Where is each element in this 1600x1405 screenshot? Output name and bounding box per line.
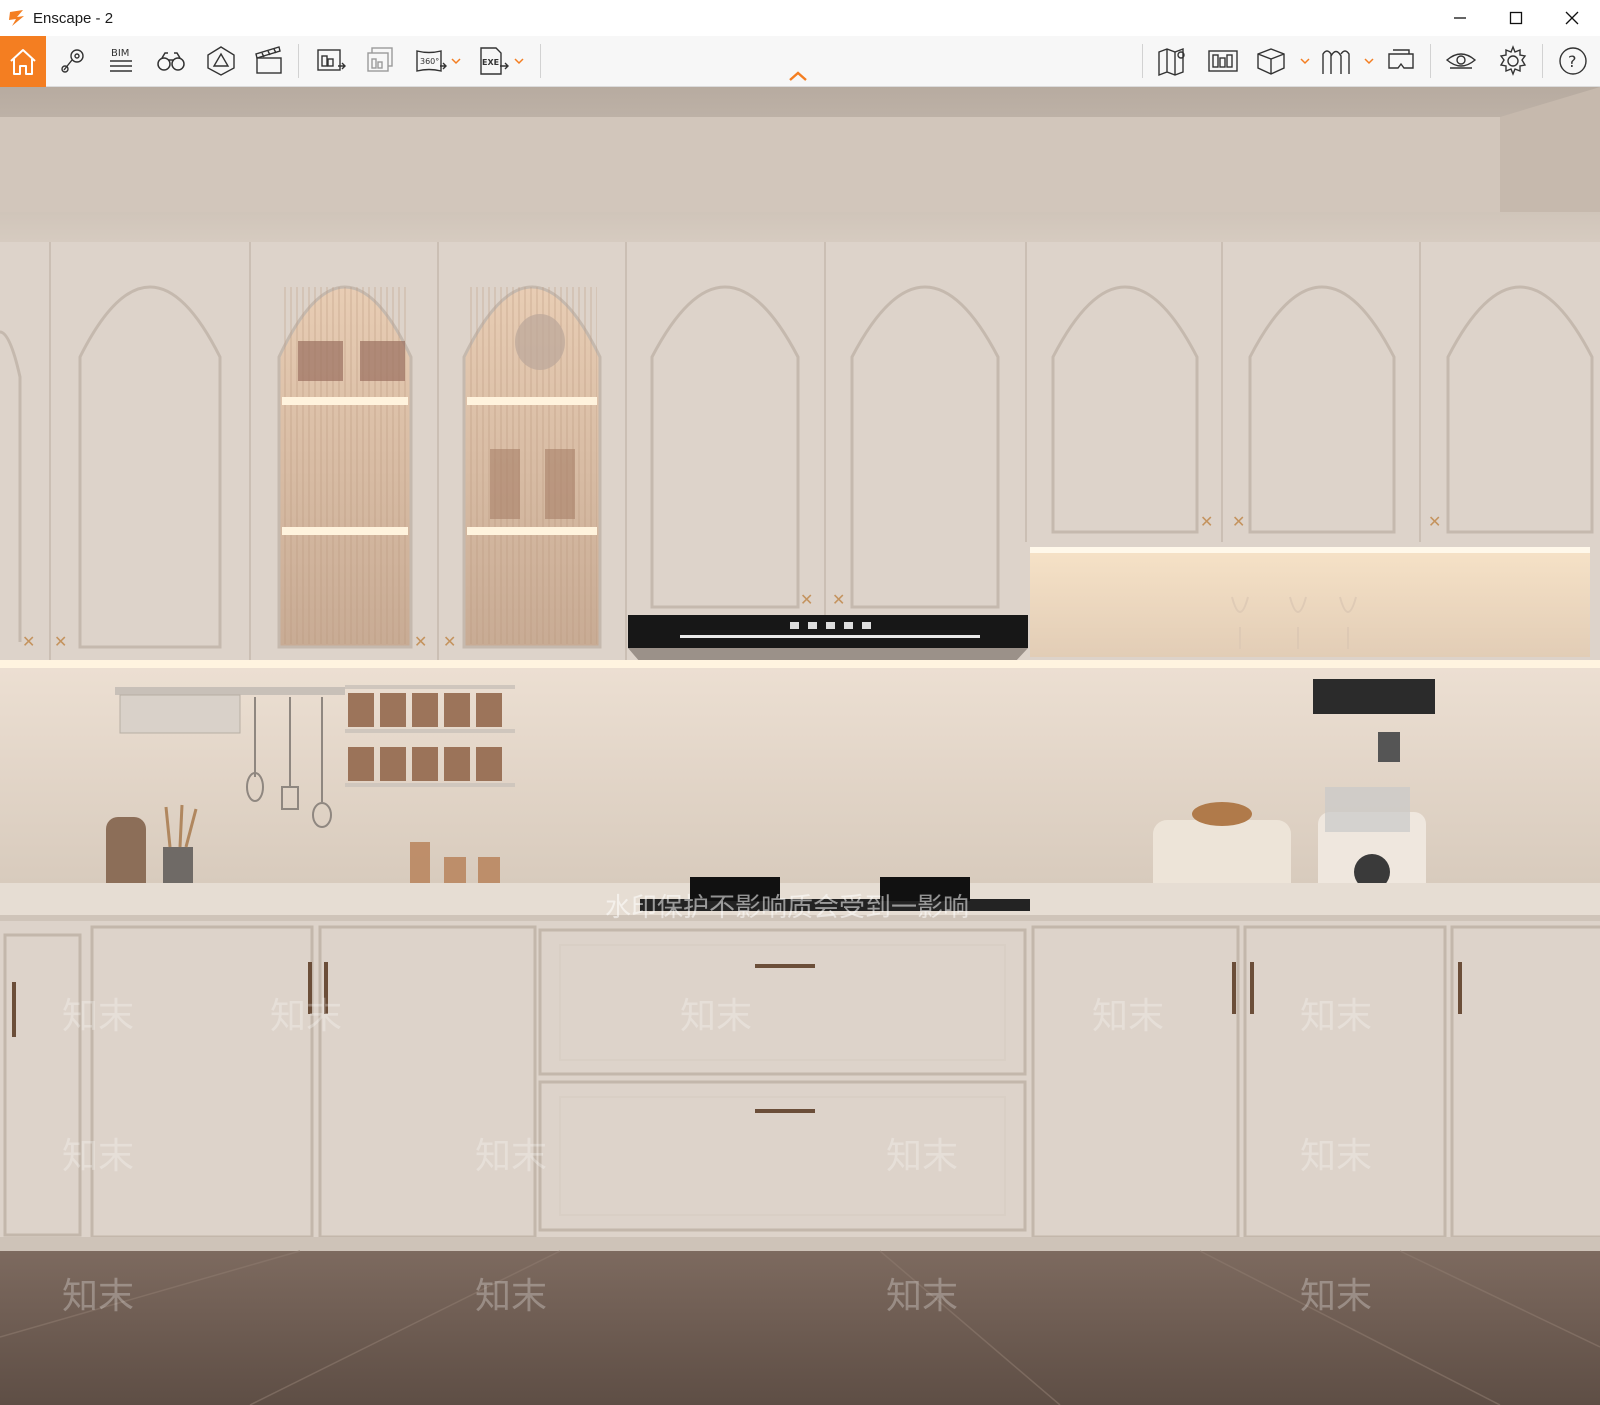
- chevron-down-icon: [1300, 58, 1310, 65]
- svg-text:?: ?: [1568, 52, 1577, 71]
- atmosphere-dropdown[interactable]: [1362, 50, 1376, 72]
- svg-text:✕: ✕: [800, 590, 813, 609]
- toolbar-separator: [298, 44, 299, 78]
- views-manager-icon: [1208, 50, 1238, 72]
- location-pin-icon: [61, 49, 84, 73]
- title-bar: Enscape - 2: [0, 0, 1600, 36]
- toolbar-separator: [1430, 44, 1431, 78]
- svg-text:✕: ✕: [414, 632, 427, 651]
- kitchen-render: ✕ ✕ ✕ ✕ ✕ ✕ ✕ ✕ ✕: [0, 87, 1600, 1405]
- general-settings-button[interactable]: [1490, 38, 1536, 84]
- batch-render-button[interactable]: [358, 38, 404, 84]
- help-icon: ?: [1559, 47, 1587, 75]
- export-exe-icon: EXE: [480, 47, 509, 75]
- eye-icon: [1445, 53, 1477, 69]
- window-controls: [1432, 0, 1600, 36]
- bim-button[interactable]: BIM: [98, 38, 144, 84]
- toolbar-separator: [540, 44, 541, 78]
- svg-text:✕: ✕: [54, 632, 67, 651]
- binoculars-button[interactable]: [148, 38, 194, 84]
- chevron-down-icon: [1364, 58, 1374, 65]
- toolbar-separator: [1542, 44, 1543, 78]
- minimize-button[interactable]: [1432, 0, 1488, 36]
- svg-text:EXE: EXE: [482, 58, 499, 67]
- svg-text:✕: ✕: [443, 632, 456, 651]
- binoculars-icon: [157, 52, 185, 71]
- vr-headset-icon: [1388, 49, 1414, 69]
- video-editor-button[interactable]: [246, 38, 292, 84]
- asset-library-button[interactable]: [198, 38, 244, 84]
- material-editor-button[interactable]: [1248, 38, 1294, 84]
- home-button[interactable]: [0, 36, 46, 87]
- cube-icon: [1257, 48, 1285, 75]
- render-image-icon: [317, 49, 346, 71]
- window-title: Enscape - 2: [33, 9, 114, 27]
- svg-text:✕: ✕: [1232, 512, 1245, 531]
- render-viewport[interactable]: ✕ ✕ ✕ ✕ ✕ ✕ ✕ ✕ ✕ 水印保护不影响质会受到一影响 知末 知末 知…: [0, 87, 1600, 1405]
- views-manager-button[interactable]: [1200, 38, 1246, 84]
- batch-render-icon: [367, 47, 393, 72]
- atmosphere-button[interactable]: [1313, 38, 1359, 84]
- svg-text:✕: ✕: [1200, 512, 1213, 531]
- enscape-logo-icon: [9, 10, 24, 26]
- export-exe-button[interactable]: EXE: [470, 38, 516, 84]
- svg-text:360°: 360°: [420, 57, 439, 66]
- chevron-down-icon: [451, 58, 461, 65]
- material-dropdown[interactable]: [1298, 50, 1312, 72]
- gear-icon: [1499, 45, 1527, 76]
- atmosphere-icon: [1322, 50, 1350, 74]
- close-button[interactable]: [1544, 0, 1600, 36]
- svg-text:✕: ✕: [832, 590, 845, 609]
- toolbar-separator: [1142, 44, 1143, 78]
- svg-text:✕: ✕: [22, 632, 35, 651]
- chevron-up-icon[interactable]: [786, 68, 810, 84]
- home-icon: [10, 48, 36, 75]
- svg-text:BIM: BIM: [111, 48, 129, 59]
- clapperboard-icon: [255, 46, 282, 74]
- svg-text:✕: ✕: [1428, 512, 1441, 531]
- maximize-button[interactable]: [1488, 0, 1544, 36]
- map-button[interactable]: [1150, 38, 1196, 84]
- map-icon: [1158, 47, 1185, 77]
- bim-icon: BIM: [110, 48, 132, 72]
- panorama-360-icon: 360°: [416, 50, 447, 72]
- vr-headset-button[interactable]: [1378, 38, 1424, 84]
- maximize-icon: [1509, 11, 1523, 25]
- minimize-icon: [1454, 17, 1466, 19]
- close-icon: [1565, 11, 1579, 25]
- visual-settings-button[interactable]: [1438, 38, 1484, 84]
- panorama-dropdown[interactable]: [449, 50, 463, 72]
- chevron-down-icon: [514, 58, 524, 65]
- export-dropdown[interactable]: [512, 50, 526, 72]
- help-button[interactable]: ?: [1550, 38, 1596, 84]
- views-button[interactable]: [50, 38, 96, 84]
- panorama-button[interactable]: 360°: [408, 38, 454, 84]
- asset-library-icon: [207, 46, 235, 76]
- render-image-button[interactable]: [308, 38, 354, 84]
